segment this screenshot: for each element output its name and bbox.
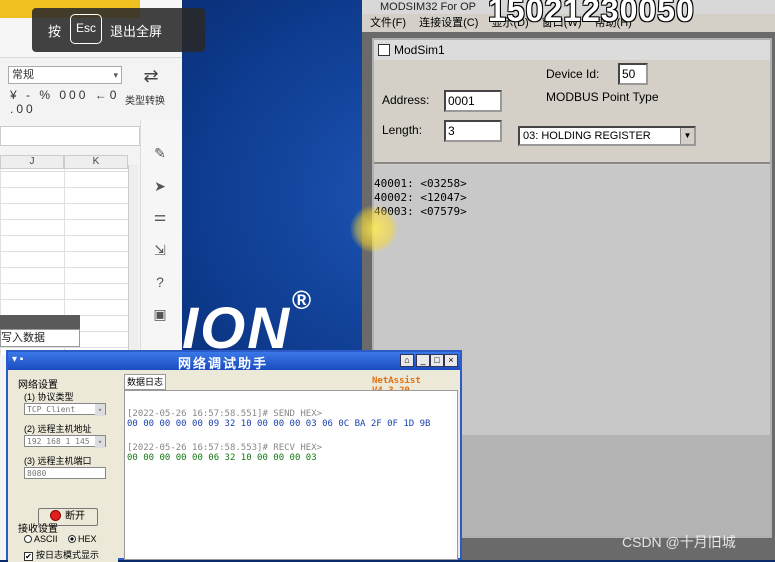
chevron-down-icon: ▾ bbox=[95, 404, 105, 416]
radio-ascii[interactable] bbox=[24, 535, 32, 543]
column-header-k[interactable]: K bbox=[64, 155, 128, 169]
log-mode-label: 按日志模式显示 bbox=[36, 550, 100, 560]
child-title-bar[interactable]: ModSim1 bbox=[374, 40, 770, 60]
port-field[interactable]: 8080 bbox=[24, 467, 106, 479]
encoding-options: ASCII HEX bbox=[24, 534, 97, 544]
child-title: ModSim1 bbox=[394, 43, 445, 57]
recv-timestamp: [2022-05-26 16:57:58.553]# RECV HEX> bbox=[127, 443, 323, 453]
netassist-title: 网络调试助手 bbox=[178, 356, 269, 371]
register-row[interactable]: 40001: <03258> bbox=[374, 177, 770, 191]
tab-data-log[interactable]: 数据日志 bbox=[124, 374, 166, 390]
log-mode-option[interactable]: ✔ 按日志模式显示 bbox=[24, 548, 99, 561]
recv-data: 00 00 00 00 00 06 32 10 00 00 00 03 bbox=[127, 453, 317, 463]
slider-icon[interactable]: ⚌ bbox=[150, 208, 170, 228]
minimize-icon[interactable]: _ bbox=[416, 354, 430, 367]
column-header-j[interactable]: J bbox=[0, 155, 64, 169]
point-type-select[interactable]: 03: HOLDING REGISTER ▼ bbox=[518, 126, 696, 146]
menu-connection[interactable]: 连接设置(C) bbox=[419, 17, 478, 29]
device-id-field[interactable]: 50 bbox=[618, 63, 648, 85]
host-value: 192 168 1 145 bbox=[27, 437, 90, 446]
settings-panel: 网络设置 (1) 协议类型 TCP Client ▾ (2) 远程主机地址 192… bbox=[8, 372, 118, 562]
maximize-icon[interactable]: □ bbox=[430, 354, 444, 367]
number-format-select[interactable]: 常规 ▾ bbox=[8, 66, 122, 84]
watermark: CSDN @十月旧城 bbox=[622, 534, 736, 550]
modsim-settings-panel: Device Id: 50 MODBUS Point Type Address:… bbox=[374, 60, 770, 164]
host-select[interactable]: 192 168 1 145 ▾ bbox=[24, 435, 106, 448]
status-dot-icon bbox=[51, 511, 60, 520]
point-type-label: MODBUS Point Type bbox=[546, 90, 659, 104]
register-row[interactable]: 40002: <12047> bbox=[374, 191, 770, 205]
address-label: Address: bbox=[382, 93, 430, 107]
pointer-icon[interactable]: ➤ bbox=[150, 178, 170, 198]
export-icon[interactable]: ⇲ bbox=[150, 242, 170, 262]
write-data-cell[interactable]: 写入数据 bbox=[0, 329, 80, 347]
radio-hex[interactable] bbox=[68, 535, 77, 543]
number-format-value: 常规 bbox=[12, 69, 34, 81]
data-log-panel[interactable]: [2022-05-26 16:57:58.551]# SEND HEX> 00 … bbox=[124, 390, 458, 560]
chevron-down-icon: ▾ bbox=[113, 70, 118, 80]
pin-icon[interactable]: ⌂ bbox=[400, 354, 414, 367]
protocol-value: TCP Client bbox=[27, 405, 76, 414]
disconnect-label: 断开 bbox=[65, 511, 85, 522]
help-icon[interactable]: ? bbox=[150, 274, 170, 294]
send-timestamp: [2022-05-26 16:57:58.551]# SEND HEX> bbox=[127, 409, 323, 419]
system-menu-icon[interactable]: ▾ ▪ bbox=[12, 354, 23, 365]
phone-number-overlay: 15021230050 bbox=[488, 0, 695, 28]
cursor-highlight bbox=[350, 205, 398, 253]
port-label: (3) 远程主机端口 bbox=[24, 456, 92, 466]
device-id-label: Device Id: bbox=[546, 67, 600, 81]
address-field[interactable]: 0001 bbox=[444, 90, 502, 112]
send-data: 00 00 00 00 00 09 32 10 00 00 00 03 06 0… bbox=[127, 419, 431, 429]
length-label: Length: bbox=[382, 123, 423, 137]
protocol-select[interactable]: TCP Client ▾ bbox=[24, 403, 106, 416]
document-icon bbox=[378, 44, 390, 56]
network-settings-heading: 网络设置 bbox=[18, 380, 58, 391]
number-format-buttons[interactable]: ¥ - % 000 ←0 .00 bbox=[10, 88, 122, 116]
chevron-down-icon: ▼ bbox=[680, 128, 694, 144]
protocol-label: (1) 协议类型 bbox=[24, 392, 74, 402]
formula-bar[interactable] bbox=[0, 126, 140, 146]
vertical-scrollbar[interactable] bbox=[128, 165, 138, 365]
netassist-window: ▾ ▪ 网络调试助手 ⌂ _ □ × 网络设置 (1) 协议类型 TCP Cli… bbox=[6, 350, 462, 562]
brush-icon[interactable]: ✎ bbox=[150, 145, 170, 165]
registered-mark: ® bbox=[292, 285, 312, 315]
close-icon[interactable]: × bbox=[444, 354, 458, 367]
image-icon[interactable]: ▣ bbox=[150, 306, 170, 326]
convert-icon[interactable]: ⇄ bbox=[140, 66, 162, 88]
recv-settings-heading: 接收设置 bbox=[18, 524, 58, 535]
fullscreen-exit-hint[interactable]: 按 Esc 退出全屏 bbox=[32, 8, 205, 52]
hex-label: HEX bbox=[78, 534, 97, 544]
esc-key: Esc bbox=[70, 14, 102, 44]
ascii-label: ASCII bbox=[34, 534, 58, 544]
menu-file[interactable]: 文件(F) bbox=[370, 17, 406, 29]
netassist-title-bar[interactable]: ▾ ▪ 网络调试助手 ⌂ _ □ × bbox=[8, 352, 460, 371]
header-row-band bbox=[0, 315, 80, 329]
register-row[interactable]: 40003: <07579> bbox=[374, 205, 770, 219]
length-field[interactable]: 3 bbox=[444, 120, 502, 142]
chevron-down-icon: ▾ bbox=[95, 436, 105, 448]
host-label: (2) 远程主机地址 bbox=[24, 424, 92, 434]
point-type-value: 03: HOLDING REGISTER bbox=[523, 130, 651, 142]
exit-fullscreen-label: 退出全屏 bbox=[110, 24, 163, 39]
convert-label[interactable]: 类型转换 bbox=[125, 92, 165, 107]
press-label: 按 bbox=[48, 24, 62, 39]
